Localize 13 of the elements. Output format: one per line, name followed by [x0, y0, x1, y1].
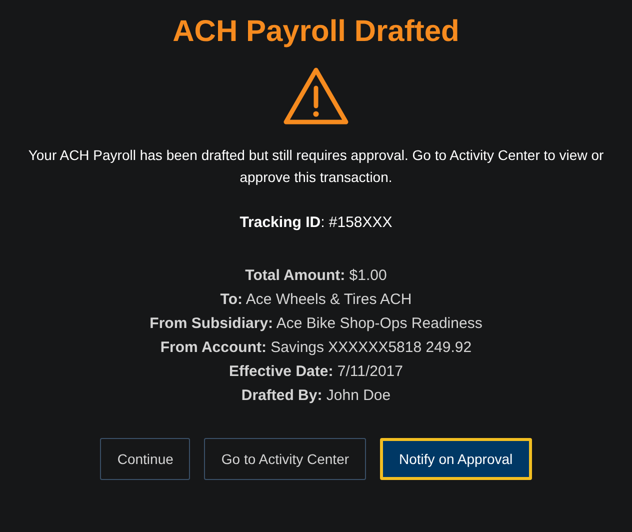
detail-line: Total Amount: $1.00 [245, 266, 387, 286]
detail-line: From Account: Savings XXXXXX5818 249.92 [160, 338, 472, 358]
action-button[interactable]: Go to Activity Center [204, 438, 366, 480]
warning-icon [282, 66, 350, 126]
dialog-title: ACH Payroll Drafted [172, 14, 460, 50]
detail-line: Drafted By: John Doe [241, 386, 391, 406]
detail-line: From Subsidiary: Ace Bike Shop-Ops Readiness [150, 314, 482, 334]
action-button[interactable]: Continue [100, 438, 190, 480]
action-button[interactable]: Notify on Approval [380, 438, 532, 480]
tracking-id-text: Tracking ID: #158XXX [240, 213, 392, 233]
detail-line: Effective Date: 7/11/2017 [229, 362, 403, 382]
message-text: Your ACH Payroll has been drafted but still requires approval. Go to Activity Center to view or approve this transaction. [27, 146, 605, 187]
detail-line: To: Ace Wheels & Tires ACH [220, 290, 412, 310]
